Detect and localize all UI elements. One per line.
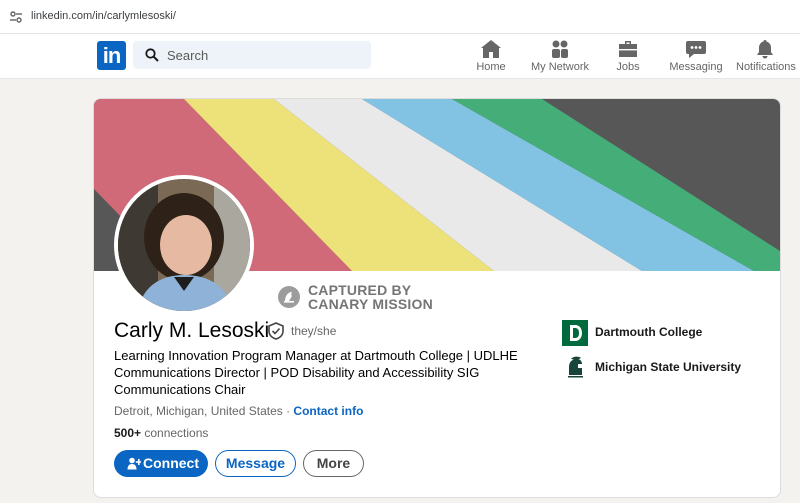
network-icon xyxy=(552,40,568,58)
nav-notifications-label: Notifications xyxy=(736,61,796,73)
browser-address-bar[interactable]: linkedin.com/in/carlymlesoski/ xyxy=(0,0,800,34)
connections-count[interactable]: 500+ connections xyxy=(114,426,208,440)
home-icon xyxy=(481,40,501,58)
profile-location-line: Detroit, Michigan, United States · Conta… xyxy=(114,404,363,418)
profile-card: CAPTURED BY CANARY MISSION Carly M. Leso… xyxy=(93,98,781,498)
profile-photo-image xyxy=(118,179,250,311)
canary-bird-icon xyxy=(278,286,300,308)
nav-home-label: Home xyxy=(476,61,506,73)
nav-messaging[interactable]: Messaging xyxy=(669,39,723,75)
message-button[interactable]: Message xyxy=(215,450,296,477)
location-separator: · xyxy=(282,404,294,418)
nav-my-network-label: My Network xyxy=(530,61,590,73)
messaging-icon xyxy=(686,41,706,58)
profile-headline: Learning Innovation Program Manager at D… xyxy=(114,348,518,397)
connect-button[interactable]: Connect xyxy=(114,450,208,477)
connections-label: connections xyxy=(141,426,209,440)
add-person-icon xyxy=(127,457,141,470)
watermark-text: CAPTURED BY CANARY MISSION xyxy=(308,283,433,311)
nav-notifications[interactable]: Notifications xyxy=(736,39,796,75)
briefcase-icon xyxy=(619,41,637,57)
watermark-line-2: CANARY MISSION xyxy=(308,296,433,312)
search-input[interactable] xyxy=(167,46,357,64)
connections-number: 500+ xyxy=(114,426,142,440)
search-icon xyxy=(145,48,159,62)
nav-home[interactable]: Home xyxy=(476,39,506,75)
education-name-dartmouth: Dartmouth College xyxy=(595,325,703,339)
watermark-line-1: CAPTURED BY xyxy=(308,282,412,298)
url-text[interactable]: linkedin.com/in/carlymlesoski/ xyxy=(31,10,176,22)
profile-name: Carly M. Lesoski xyxy=(114,319,270,342)
nav-messaging-label: Messaging xyxy=(669,61,723,73)
connect-label: Connect xyxy=(143,455,199,471)
search-box[interactable] xyxy=(133,41,371,69)
profile-pronouns: they/she xyxy=(291,324,337,338)
education-name-msu: Michigan State University xyxy=(595,360,742,374)
contact-info-link[interactable]: Contact info xyxy=(293,404,363,418)
top-navigation: in Home My Network Jobs xyxy=(0,34,800,79)
profile-location: Detroit, Michigan, United States xyxy=(114,404,283,418)
profile-photo[interactable] xyxy=(114,175,254,315)
nav-my-network[interactable]: My Network xyxy=(530,39,590,75)
spartan-helmet-logo xyxy=(562,355,588,381)
dartmouth-logo xyxy=(562,320,588,346)
more-button[interactable]: More xyxy=(303,450,364,477)
bell-icon xyxy=(757,40,773,59)
linkedin-logo[interactable]: in xyxy=(97,41,126,70)
site-settings-icon[interactable] xyxy=(9,10,23,24)
verified-shield-icon[interactable] xyxy=(267,322,285,340)
nav-jobs[interactable]: Jobs xyxy=(613,39,643,75)
nav-jobs-label: Jobs xyxy=(616,61,640,73)
